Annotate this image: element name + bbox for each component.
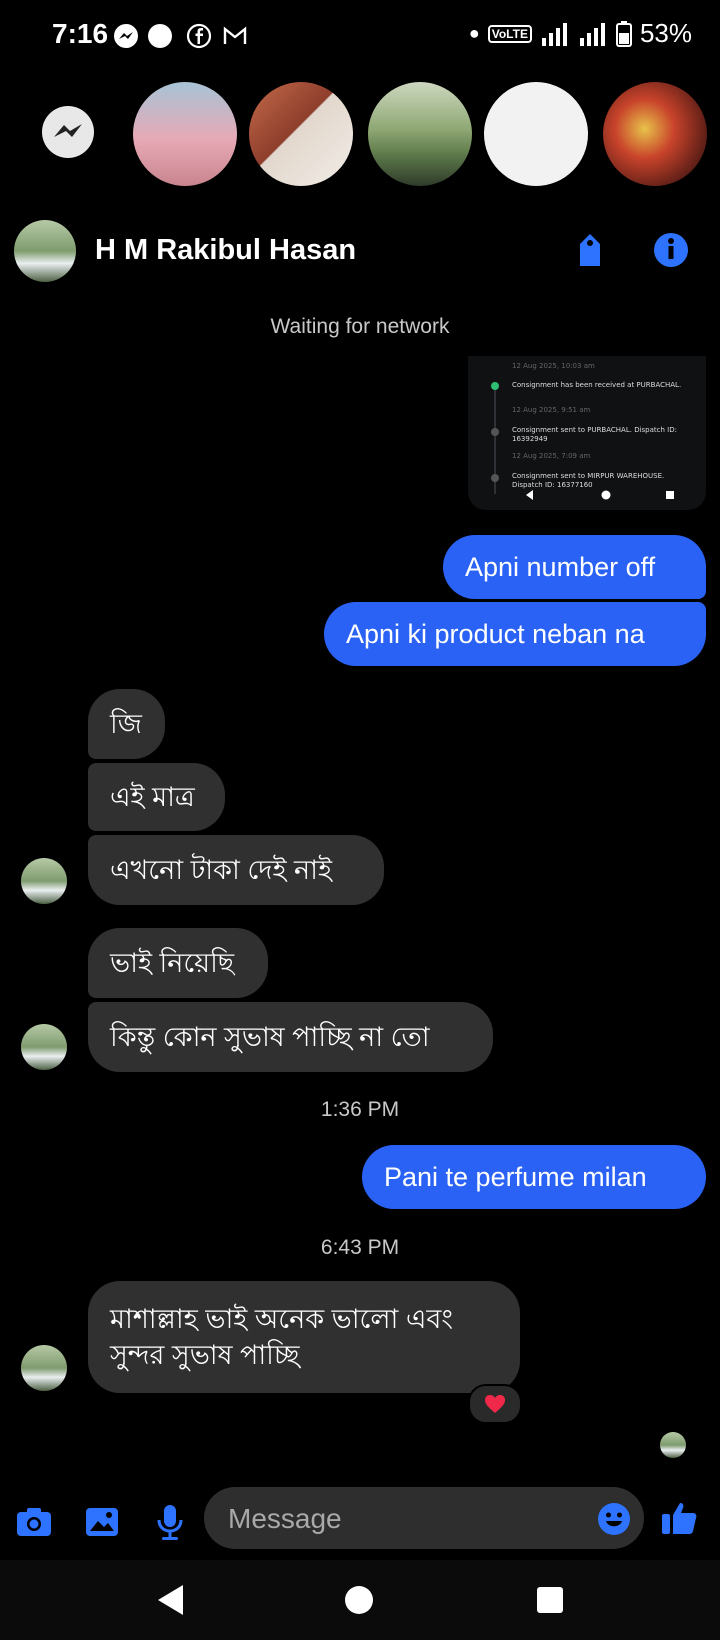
dot-notification-icon	[148, 24, 172, 48]
notification-dot: ●	[468, 23, 480, 43]
screenshot-line: Consignment has been received at PURBACH…	[512, 381, 682, 389]
incoming-message[interactable]: ভাই নিয়েছি	[88, 928, 268, 998]
story-avatar-5[interactable]	[603, 82, 707, 186]
message-input-box[interactable]	[204, 1487, 644, 1551]
screenshot-line: Consignment sent to PURBACHAL. Dispatch …	[512, 426, 677, 443]
story-avatar-4[interactable]	[484, 82, 588, 186]
screenshot-nav-icons	[526, 490, 674, 500]
outgoing-message[interactable]: Apni ki product neban na	[324, 602, 706, 666]
outgoing-message[interactable]: Pani te perfume milan	[362, 1145, 706, 1209]
incoming-message[interactable]: মাশাল্লাহ ভাই অনেক ভালো এবং সুন্দর সুভাষ…	[88, 1281, 520, 1393]
back-icon[interactable]	[155, 1583, 185, 1617]
incoming-message[interactable]: এখনো টাকা দেই নাই	[88, 835, 384, 905]
status-time: 7:16	[52, 18, 109, 49]
timeline-dot	[491, 382, 499, 390]
signal-icon-1	[541, 22, 567, 46]
timeline-dot	[491, 428, 499, 436]
recents-icon[interactable]	[535, 1585, 565, 1615]
incoming-message[interactable]: এই মাত্র	[88, 763, 225, 831]
gmail-notification-icon	[223, 26, 247, 44]
microphone-icon[interactable]	[150, 1502, 190, 1542]
sender-avatar[interactable]	[21, 1345, 67, 1391]
timestamp: 1:36 PM	[320, 1098, 400, 1121]
message-text-line: মাশাল্লাহ ভাই অনেক ভালো এবং	[110, 1304, 454, 1334]
contact-name[interactable]: H M Rakibul Hasan	[95, 234, 356, 267]
message-text: কিন্তু কোন সুভাষ পাচ্ছি না তো	[110, 1022, 430, 1052]
story-avatar-3[interactable]	[368, 82, 472, 186]
camera-icon[interactable]	[14, 1502, 54, 1542]
screenshot-line: 12 Aug 2025, 10:03 am	[512, 362, 595, 370]
messenger-notification-icon	[114, 24, 138, 48]
heart-icon	[485, 1395, 505, 1413]
screenshot-line: 12 Aug 2025, 7:09 am	[512, 452, 591, 460]
screenshot-line: 12 Aug 2025, 9:51 am	[512, 406, 591, 414]
messenger-logo-icon[interactable]	[40, 104, 96, 160]
message-text: ভাই নিয়েছি	[110, 948, 235, 978]
incoming-message[interactable]: জি	[88, 689, 165, 759]
timeline-dot	[491, 474, 499, 482]
message-text: জি	[110, 709, 142, 739]
story-avatar-1[interactable]	[133, 82, 237, 186]
network-status: Waiting for network	[270, 315, 450, 338]
message-text: Pani te perfume milan	[384, 1162, 647, 1192]
battery-icon	[615, 20, 632, 47]
volte-badge: VoLTE	[487, 24, 532, 43]
message-text: Apni number off	[465, 552, 656, 582]
shared-screenshot-image[interactable]: 12 Aug 2025, 10:03 am Consignment has be…	[468, 356, 706, 510]
gallery-icon[interactable]	[82, 1502, 122, 1542]
outgoing-message[interactable]: Apni number off	[443, 535, 706, 599]
timestamp: 6:43 PM	[320, 1236, 400, 1259]
incoming-message[interactable]: কিন্তু কোন সুভাষ পাচ্ছি না তো	[88, 1002, 493, 1072]
message-text-line: সুন্দর সুভাষ পাচ্ছি	[110, 1340, 300, 1370]
reaction-badge[interactable]	[468, 1384, 522, 1424]
message-text: Apni ki product neban na	[346, 619, 645, 649]
emoji-icon[interactable]	[596, 1501, 632, 1537]
stories-row	[0, 72, 720, 192]
sender-avatar[interactable]	[21, 858, 67, 904]
read-receipt-avatar	[660, 1432, 686, 1458]
message-text: এই মাত্র	[110, 782, 195, 812]
signal-icon-2	[579, 22, 605, 46]
tag-icon[interactable]	[570, 230, 610, 270]
home-icon[interactable]	[343, 1584, 375, 1616]
system-navigation-bar	[0, 1560, 720, 1640]
message-composer	[0, 1480, 720, 1560]
story-avatar-2[interactable]	[249, 82, 353, 186]
battery-percent: 53%	[639, 18, 692, 48]
message-input[interactable]	[226, 1487, 570, 1551]
facebook-notification-icon	[186, 23, 212, 49]
contact-avatar[interactable]	[14, 220, 76, 282]
message-text: এখনো টাকা দেই নাই	[110, 855, 333, 885]
info-icon[interactable]	[651, 230, 691, 270]
status-bar: 7:16 ● VoLTE 53%	[0, 0, 720, 72]
conversation-header: H M Rakibul Hasan	[0, 200, 720, 300]
thumbs-up-icon[interactable]	[660, 1498, 700, 1538]
sender-avatar[interactable]	[21, 1024, 67, 1070]
status-right: ● VoLTE 53%	[469, 18, 692, 49]
